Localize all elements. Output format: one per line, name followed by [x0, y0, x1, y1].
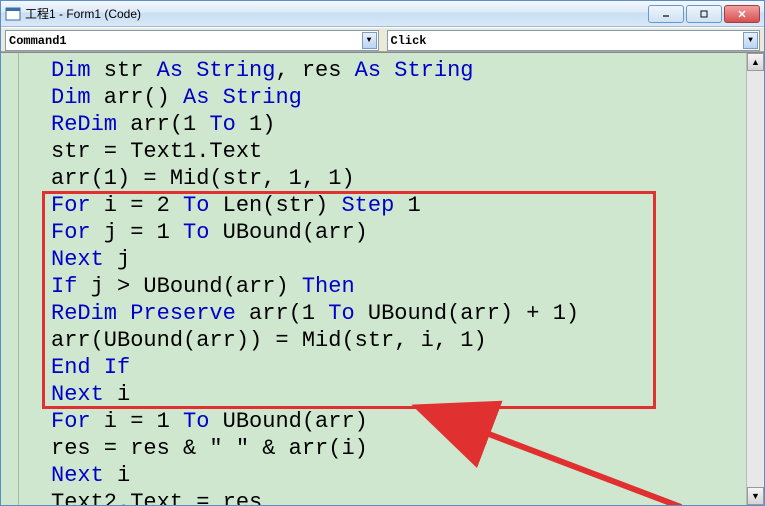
code-margin: [1, 53, 19, 505]
close-button[interactable]: [724, 5, 760, 23]
object-dropdown-value: Command1: [9, 34, 375, 48]
scroll-down-button[interactable]: ▼: [747, 487, 764, 505]
window-controls: [648, 5, 760, 23]
procedure-dropdown-value: Click: [391, 34, 757, 48]
form-icon: [5, 6, 21, 22]
dropdown-bar: Command1 ▼ Click ▼: [1, 27, 764, 52]
scroll-up-button[interactable]: ▲: [747, 53, 764, 71]
window-title: 工程1 - Form1 (Code): [25, 5, 648, 22]
minimize-button[interactable]: [648, 5, 684, 23]
titlebar[interactable]: 工程1 - Form1 (Code): [1, 1, 764, 27]
code-editor[interactable]: ▲ ▼ Dim str As String, res As String Dim…: [1, 52, 764, 505]
vb6-code-window: 工程1 - Form1 (Code) Command1 ▼ Click ▼ ▲ …: [0, 0, 765, 506]
chevron-down-icon: ▼: [362, 32, 377, 49]
object-dropdown[interactable]: Command1 ▼: [5, 30, 379, 51]
maximize-button[interactable]: [686, 5, 722, 23]
procedure-dropdown[interactable]: Click ▼: [387, 30, 761, 51]
code-text[interactable]: Dim str As String, res As String Dim arr…: [19, 53, 746, 505]
chevron-down-icon: ▼: [743, 32, 758, 49]
vertical-scrollbar[interactable]: ▲ ▼: [746, 53, 764, 505]
